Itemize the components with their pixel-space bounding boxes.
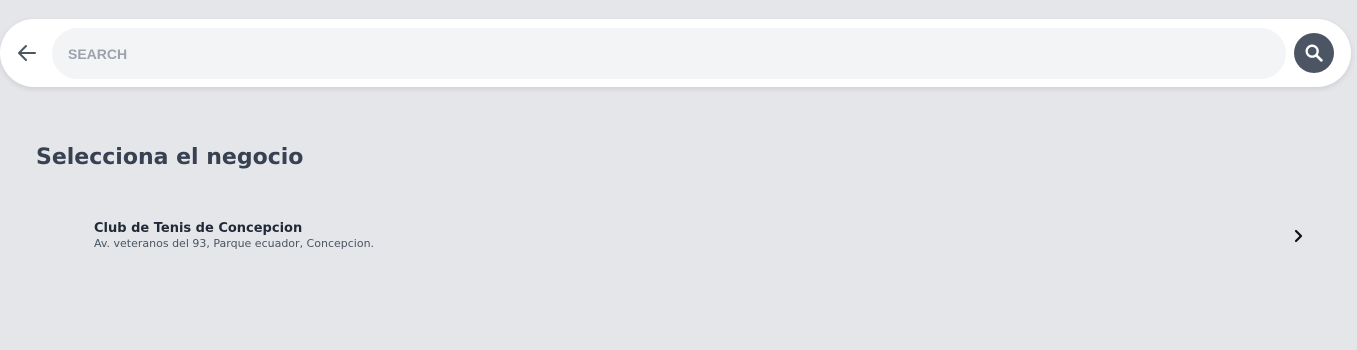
business-name: Club de Tenis de Concepcion <box>94 221 303 236</box>
business-list-item[interactable]: Club de Tenis de Concepcion Av. veterano… <box>80 214 1320 258</box>
search-button[interactable] <box>1294 33 1334 73</box>
search-input[interactable] <box>68 28 1268 79</box>
search-bar <box>0 19 1351 87</box>
page-title: Selecciona el negocio <box>36 145 304 170</box>
back-button[interactable] <box>12 38 42 68</box>
arrow-left-icon <box>18 45 36 61</box>
business-address: Av. veteranos del 93, Parque ecuador, Co… <box>94 237 375 250</box>
chevron-right-icon <box>1294 229 1303 243</box>
search-icon <box>1305 44 1323 62</box>
search-field <box>52 28 1286 79</box>
